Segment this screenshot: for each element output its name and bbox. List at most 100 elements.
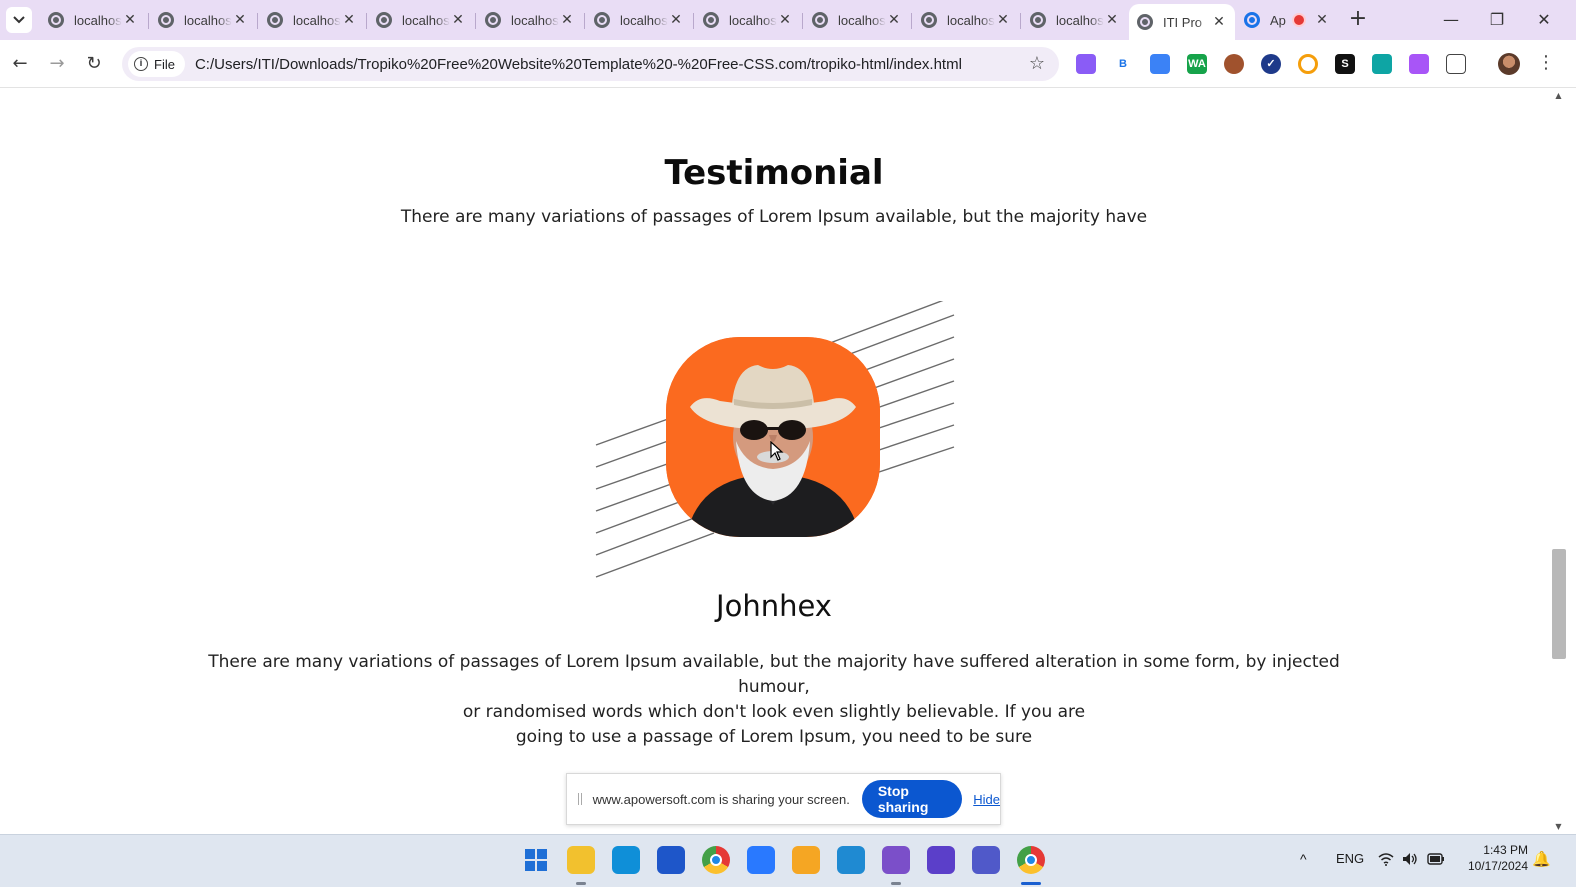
- chrome-icon[interactable]: [702, 846, 730, 874]
- restore-button[interactable]: ❐: [1483, 8, 1511, 32]
- translate-extension-icon[interactable]: [1372, 54, 1392, 74]
- wa-extension-icon[interactable]: WA: [1187, 54, 1207, 74]
- back-button[interactable]: ←: [8, 52, 32, 76]
- globe-icon: [812, 12, 828, 28]
- close-tab-icon[interactable]: ✕: [995, 12, 1011, 28]
- man-portrait-illustration: [666, 337, 880, 537]
- forward-button[interactable]: →: [45, 52, 69, 76]
- vertical-scrollbar[interactable]: ▲ ▼: [1549, 89, 1568, 834]
- notification-bell-icon[interactable]: 🔔: [1532, 850, 1551, 868]
- running-indicator: [1021, 882, 1041, 885]
- gear-extension-icon[interactable]: [1076, 54, 1096, 74]
- file-explorer-icon[interactable]: [567, 846, 595, 874]
- close-window-button[interactable]: ✕: [1530, 8, 1558, 32]
- s-extension-icon[interactable]: S: [1335, 54, 1355, 74]
- globe-icon: [1137, 14, 1153, 30]
- tab-1[interactable]: localhost ✕: [40, 6, 146, 34]
- hide-banner-link[interactable]: Hide: [973, 792, 1000, 807]
- minimize-button[interactable]: —: [1437, 8, 1465, 32]
- globe-icon: [158, 12, 174, 28]
- chrome-center: [710, 854, 722, 866]
- globe-icon: [1030, 12, 1046, 28]
- cookie-extension-icon[interactable]: [1224, 54, 1244, 74]
- close-tab-icon[interactable]: ✕: [777, 12, 793, 28]
- iptv-icon[interactable]: [927, 846, 955, 874]
- tab-8[interactable]: localhost ✕: [802, 6, 910, 34]
- app-favicon-icon: [1244, 12, 1260, 28]
- tab-4[interactable]: localhost ✕: [366, 6, 474, 34]
- tab-7[interactable]: localhost ✕: [693, 6, 801, 34]
- check-extension-icon[interactable]: ✓: [1261, 54, 1281, 74]
- reload-button[interactable]: ↻: [82, 52, 106, 76]
- feather-extension-icon[interactable]: [1150, 54, 1170, 74]
- drag-handle[interactable]: [578, 793, 582, 805]
- star-icon[interactable]: ☆: [1029, 53, 1045, 74]
- url-text[interactable]: C:/Users/ITI/Downloads/Tropiko%20Free%20…: [195, 56, 962, 73]
- edge-icon[interactable]: [612, 846, 640, 874]
- close-tab-icon[interactable]: ✕: [122, 12, 138, 28]
- tab-10[interactable]: localhost ✕: [1020, 6, 1128, 34]
- close-tab-icon[interactable]: ✕: [1211, 14, 1227, 30]
- scroll-up-arrow-icon[interactable]: ▲: [1553, 91, 1564, 101]
- testimonial-portrait: [666, 337, 880, 537]
- profile-avatar[interactable]: [1498, 53, 1520, 75]
- close-tab-icon[interactable]: ✕: [559, 12, 575, 28]
- start-icon[interactable]: [522, 846, 550, 874]
- info-icon: i: [134, 57, 148, 71]
- close-tab-icon[interactable]: ✕: [232, 12, 248, 28]
- testimonial-quote: There are many variations of passages of…: [208, 652, 1340, 747]
- tab-3[interactable]: localhost ✕: [257, 6, 365, 34]
- running-indicator: [576, 882, 586, 885]
- close-tab-icon[interactable]: ✕: [1314, 12, 1330, 28]
- windows-taskbar: ^ ENG 1:43 PM 10/17/2024 🔔: [0, 834, 1576, 887]
- address-bar[interactable]: i File C:/Users/ITI/Downloads/Tropiko%20…: [122, 47, 1059, 81]
- close-tab-icon[interactable]: ✕: [1104, 12, 1120, 28]
- browser-toolbar: ← → ↻ i File C:/Users/ITI/Downloads/Trop…: [0, 40, 1576, 88]
- section-heading: Testimonial: [664, 153, 884, 193]
- tab-search-button[interactable]: [6, 7, 32, 33]
- site-info-chip[interactable]: i File: [128, 51, 185, 77]
- vscode-icon[interactable]: [837, 846, 865, 874]
- b-extension-icon[interactable]: B: [1113, 54, 1133, 74]
- tab-2[interactable]: localhost ✕: [148, 6, 256, 34]
- screen-share-banner: www.apowersoft.com is sharing your scree…: [566, 773, 1001, 825]
- wifi-icon[interactable]: [1378, 852, 1394, 866]
- chrome-active-icon[interactable]: [1017, 846, 1045, 874]
- tab-9[interactable]: localhost ✕: [911, 6, 1019, 34]
- tab-5[interactable]: localhost ✕: [475, 6, 583, 34]
- globe-extension-icon[interactable]: [1409, 54, 1429, 74]
- chevron-down-icon: [13, 16, 25, 24]
- ring-extension-icon[interactable]: [1298, 54, 1318, 74]
- scroll-down-arrow-icon[interactable]: ▼: [1553, 822, 1564, 832]
- volume-icon[interactable]: [1402, 852, 1418, 866]
- stop-sharing-button[interactable]: Stop sharing: [861, 780, 963, 818]
- language-indicator[interactable]: ENG: [1336, 851, 1364, 866]
- close-tab-icon[interactable]: ✕: [341, 12, 357, 28]
- close-tab-icon[interactable]: ✕: [886, 12, 902, 28]
- globe-icon: [48, 12, 64, 28]
- close-tab-icon[interactable]: ✕: [668, 12, 684, 28]
- paint-icon[interactable]: [792, 846, 820, 874]
- system-clock[interactable]: 1:43 PM 10/17/2024: [1460, 842, 1528, 874]
- section-subheading: There are many variations of passages of…: [400, 207, 1148, 227]
- battery-icon[interactable]: [1427, 853, 1445, 865]
- visual-studio-icon[interactable]: [882, 846, 910, 874]
- tray-overflow-icon[interactable]: ^: [1300, 851, 1307, 867]
- globe-icon: [485, 12, 501, 28]
- puzzle-icon[interactable]: [1446, 54, 1466, 74]
- running-indicator: [891, 882, 901, 885]
- globe-icon: [703, 12, 719, 28]
- new-tab-button[interactable]: +: [1346, 8, 1370, 32]
- teams-icon[interactable]: [972, 846, 1000, 874]
- app-icon[interactable]: [747, 846, 775, 874]
- scroll-thumb[interactable]: [1552, 549, 1566, 659]
- browser-menu-button[interactable]: ⋮: [1536, 52, 1556, 76]
- tab-12[interactable]: Ap ✕: [1236, 6, 1342, 34]
- globe-icon: [267, 12, 283, 28]
- recording-icon: [1292, 13, 1306, 27]
- tab-6[interactable]: localhost ✕: [584, 6, 692, 34]
- close-tab-icon[interactable]: ✕: [450, 12, 466, 28]
- tab-active[interactable]: ITI Pro ✕: [1129, 4, 1235, 40]
- store-icon[interactable]: [657, 846, 685, 874]
- globe-icon: [376, 12, 392, 28]
